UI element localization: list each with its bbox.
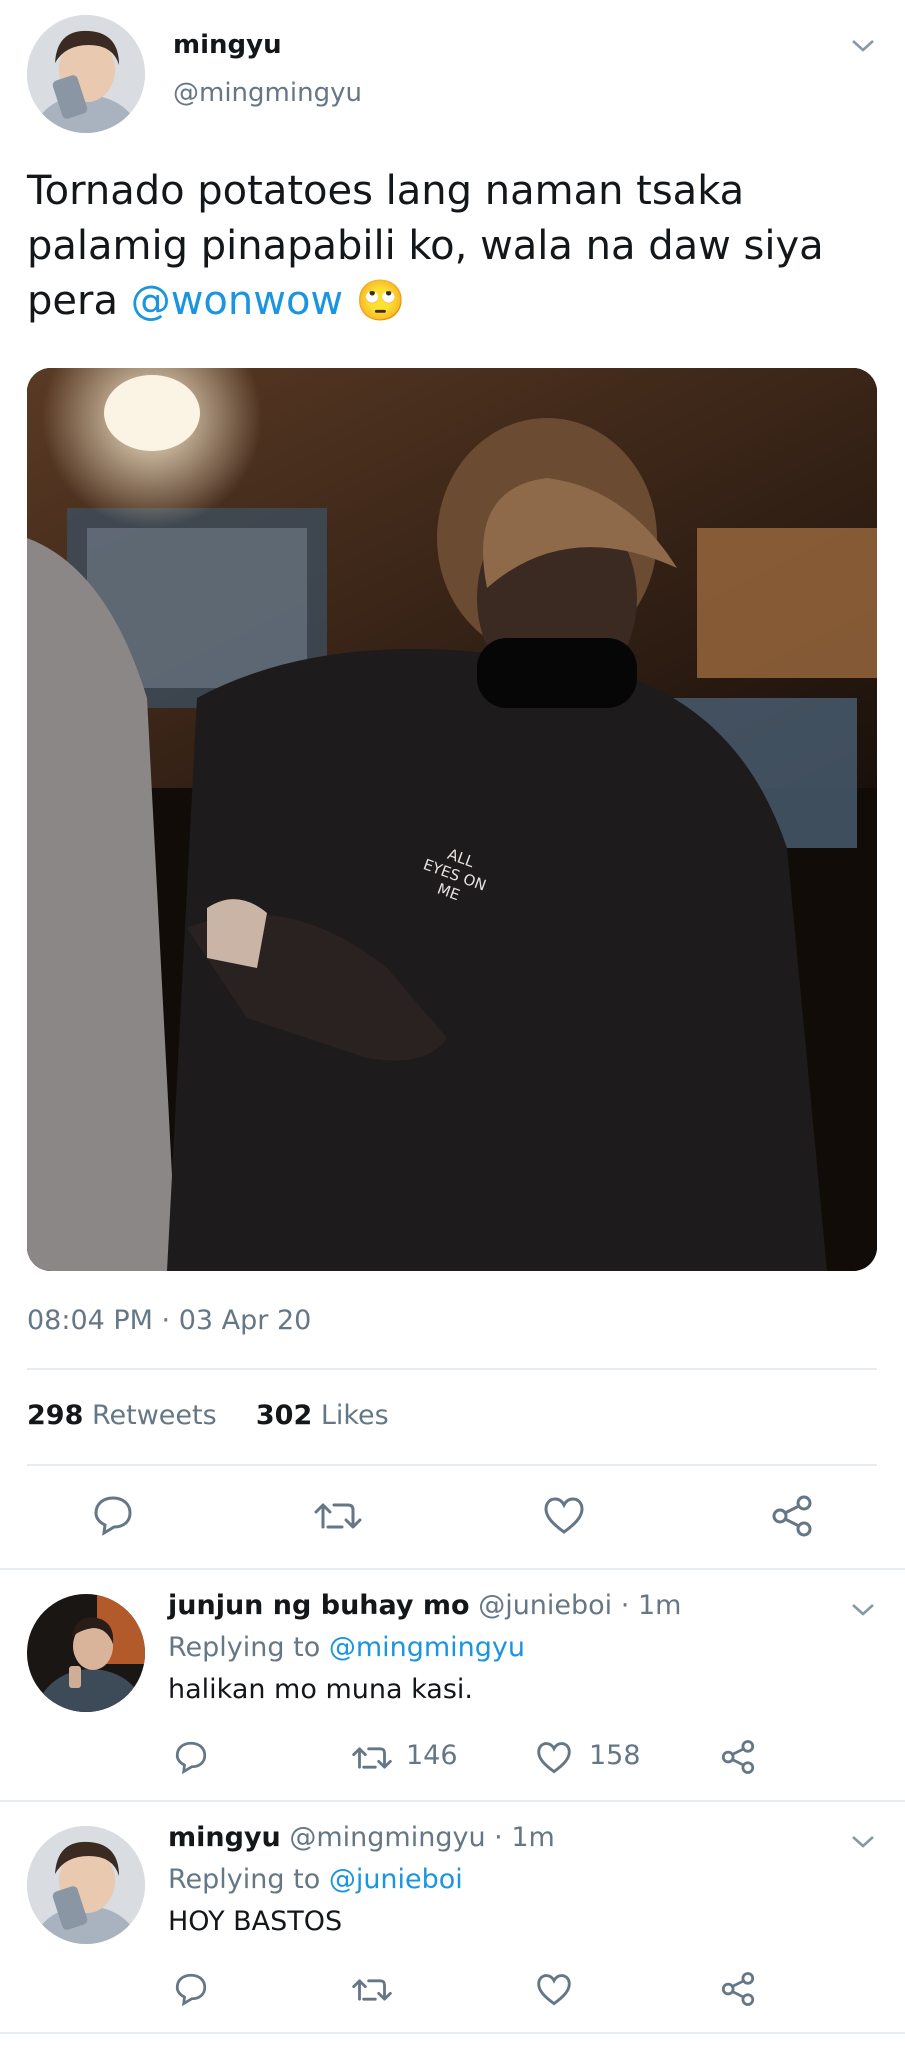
replying-mention[interactable]: @mingmingyu xyxy=(329,1632,525,1663)
reply-time: · 1m xyxy=(620,1590,682,1621)
tweet-text: Tornado potatoes lang naman tsaka palami… xyxy=(27,164,887,329)
mention-link[interactable]: @wonwow xyxy=(131,278,343,324)
replying-label: Replying to xyxy=(168,1864,321,1895)
timestamp[interactable]: 08:04 PM · 03 Apr 20 xyxy=(27,1305,311,1336)
chevron-down-icon[interactable] xyxy=(850,1600,876,1620)
reply-text: halikan mo muna kasi. xyxy=(168,1674,473,1705)
reply-header: mingyu @mingmingyu · 1m xyxy=(168,1822,555,1853)
eye-roll-emoji: 🙄 xyxy=(355,278,406,324)
divider xyxy=(27,1464,877,1466)
reply-text: HOY BASTOS xyxy=(168,1906,343,1937)
reply-header: junjun ng buhay mo @junieboi · 1m xyxy=(168,1590,681,1621)
divider xyxy=(0,1568,905,1570)
author-avatar[interactable] xyxy=(27,15,145,133)
replying-to: Replying to @junieboi xyxy=(168,1864,463,1895)
divider xyxy=(0,2032,905,2034)
share-icon[interactable] xyxy=(770,1494,814,1542)
reply-icon[interactable] xyxy=(174,1740,208,1778)
retweet-count: 146 xyxy=(406,1740,458,1771)
likes-label[interactable]: Likes xyxy=(321,1400,389,1431)
retweets-label[interactable]: Retweets xyxy=(92,1400,217,1431)
reply-avatar[interactable] xyxy=(27,1594,145,1712)
engagement-stats: 298 Retweets 302 Likes xyxy=(27,1400,389,1431)
tweet-text-part: pera xyxy=(27,278,118,324)
author-name[interactable]: mingyu xyxy=(173,30,282,60)
heart-icon[interactable] xyxy=(543,1496,585,1540)
replying-label: Replying to xyxy=(168,1632,321,1663)
like-count: 158 xyxy=(589,1740,641,1771)
likes-count[interactable]: 302 xyxy=(256,1400,312,1431)
reply-author-handle[interactable]: @junieboi xyxy=(478,1590,612,1621)
chevron-down-icon[interactable] xyxy=(850,1832,876,1852)
reply-avatar[interactable] xyxy=(27,1826,145,1944)
tweet-text-line: Tornado potatoes lang naman tsaka xyxy=(27,168,745,214)
reply-icon[interactable] xyxy=(174,1972,208,2010)
divider xyxy=(0,1800,905,1802)
reply-time: · 1m xyxy=(494,1822,555,1853)
divider xyxy=(27,1368,877,1370)
replying-to: Replying to @mingmingyu xyxy=(168,1632,525,1663)
reply-author-handle[interactable]: @mingmingyu xyxy=(289,1822,485,1853)
reply-author-name[interactable]: mingyu xyxy=(168,1822,281,1853)
retweets-count[interactable]: 298 xyxy=(27,1400,83,1431)
heart-icon[interactable] xyxy=(536,1973,572,2011)
share-icon[interactable] xyxy=(720,1971,756,2011)
replying-mention[interactable]: @junieboi xyxy=(329,1864,463,1895)
author-handle[interactable]: @mingmingyu xyxy=(173,78,362,108)
retweet-icon[interactable] xyxy=(314,1497,362,1539)
chevron-down-icon[interactable] xyxy=(850,36,876,56)
tweet-text-line: pera @wonwow 🙄 xyxy=(27,274,887,329)
reply-author-name[interactable]: junjun ng buhay mo xyxy=(168,1590,470,1621)
tweet-photo[interactable]: ALL EYES ON ME xyxy=(27,368,877,1271)
tweet-text-line: palamig pinapabili ko, wala na daw siya xyxy=(27,223,824,269)
heart-icon[interactable] xyxy=(536,1741,572,1779)
retweet-icon[interactable] xyxy=(352,1974,392,2010)
share-icon[interactable] xyxy=(720,1739,756,1779)
reply-icon[interactable] xyxy=(92,1494,134,1540)
retweet-icon[interactable] xyxy=(352,1742,392,1778)
